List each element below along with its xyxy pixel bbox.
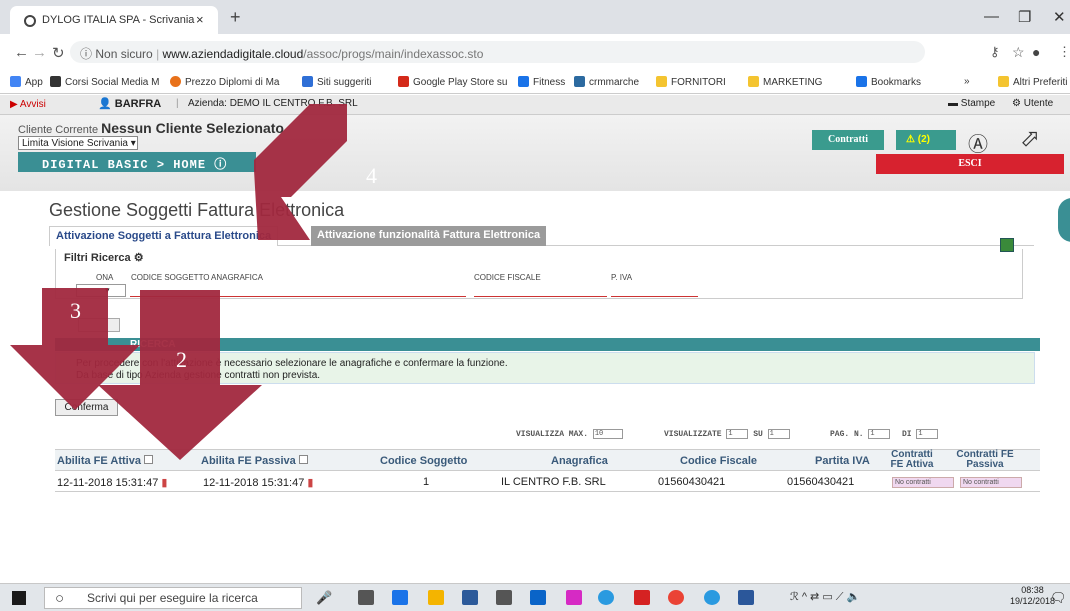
task-view-icon[interactable] (358, 590, 374, 605)
edge-icon[interactable] (392, 590, 408, 605)
arrow-4-label: 4 (366, 163, 377, 188)
system-tray-icons[interactable]: ℛ ^ ⇄ ▭ ⟋ 🔈 (790, 590, 860, 604)
start-icon[interactable] (12, 591, 26, 605)
arrow-4 (254, 104, 347, 240)
onenote-icon[interactable] (566, 590, 582, 605)
chrome-icon[interactable] (668, 590, 684, 605)
word-icon[interactable] (738, 590, 754, 605)
store-icon[interactable] (496, 590, 512, 605)
annotation-arrows (10, 104, 347, 460)
arrow-2 (98, 290, 262, 460)
outlook-icon[interactable] (530, 590, 546, 605)
mic-icon[interactable]: 🎤 (316, 590, 332, 606)
arrow-3-label: 3 (70, 298, 81, 323)
notifications-icon[interactable]: 🗨 (1050, 590, 1067, 606)
cortana-icon: ○ (55, 590, 65, 607)
arrow-2-label: 2 (176, 347, 187, 372)
ie-icon[interactable] (634, 590, 650, 605)
taskbar-clock[interactable]: 08:38 19/12/2018 (1010, 585, 1055, 607)
edge-legacy-icon[interactable] (598, 590, 614, 605)
mail-icon[interactable] (462, 590, 478, 605)
wifi-app-icon[interactable] (704, 590, 720, 605)
taskbar-search[interactable]: ○ Scrivi qui per eseguire la ricerca (44, 587, 302, 609)
explorer-icon[interactable] (428, 590, 444, 605)
